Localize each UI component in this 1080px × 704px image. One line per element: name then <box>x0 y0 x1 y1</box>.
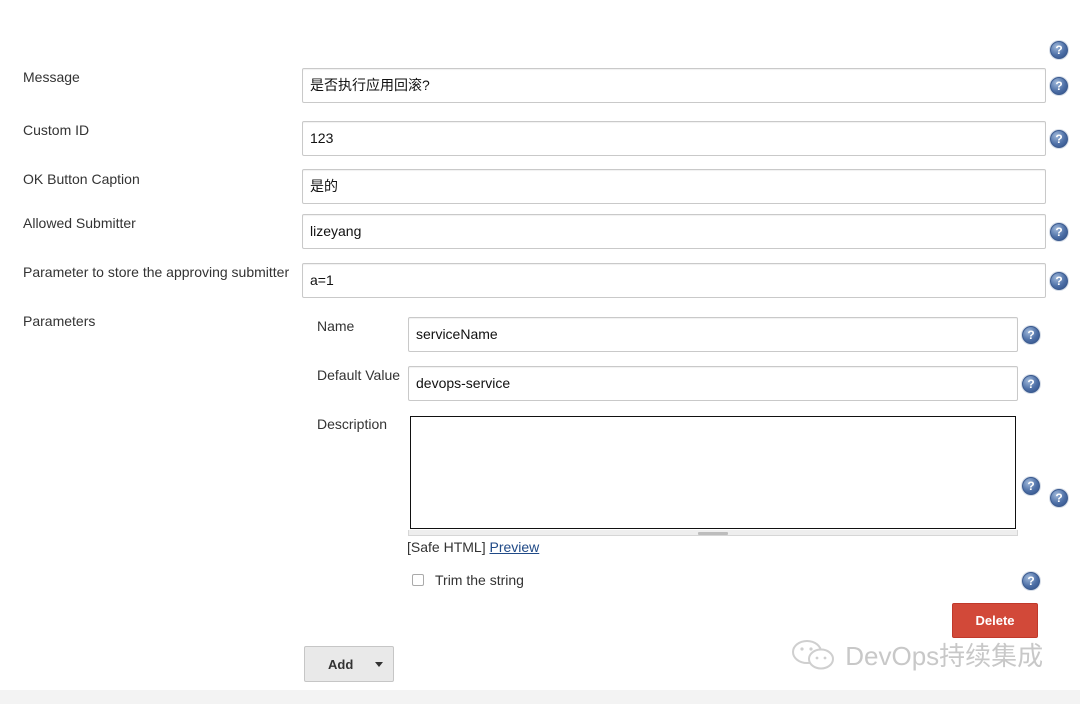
param-description-label: Description <box>317 416 388 432</box>
safe-html-label: [Safe HTML] <box>407 539 486 555</box>
ok-caption-label: OK Button Caption <box>23 171 140 187</box>
add-parameter-button[interactable]: Add <box>304 646 394 682</box>
submitter-parameter-input[interactable]: a=1 <box>302 263 1046 298</box>
custom-id-input[interactable]: 123 <box>302 121 1046 156</box>
param-default-value-label: Default Value <box>317 367 401 383</box>
chevron-down-icon <box>375 662 383 667</box>
custom-id-help-icon[interactable]: ? <box>1050 130 1068 148</box>
watermark-text: DevOps持续集成 <box>845 641 1044 671</box>
ok-caption-input[interactable]: 是的 <box>302 169 1046 204</box>
preview-link[interactable]: Preview <box>489 539 539 555</box>
param-default-value-input[interactable]: devops-service <box>408 366 1018 401</box>
trim-string-label: Trim the string <box>435 572 524 588</box>
message-input[interactable]: 是否执行应用回滚? <box>302 68 1046 103</box>
param-description-help-icon[interactable]: ? <box>1022 477 1040 495</box>
trim-string-help-icon[interactable]: ? <box>1022 572 1040 590</box>
submitter-parameter-label: Parameter to store the approving submitt… <box>23 264 290 280</box>
param-description-textarea[interactable] <box>410 416 1016 529</box>
param-default-value-help-icon[interactable]: ? <box>1022 375 1040 393</box>
page-bottom-strip <box>0 690 1080 704</box>
param-name-help-icon[interactable]: ? <box>1022 326 1040 344</box>
wechat-logo-icon <box>792 639 834 669</box>
safe-html-note: [Safe HTML] Preview <box>407 539 539 555</box>
parameters-help-icon[interactable]: ? <box>1050 489 1068 507</box>
custom-id-label: Custom ID <box>23 122 90 138</box>
resize-grip <box>698 532 728 535</box>
param-name-input[interactable]: serviceName <box>408 317 1018 352</box>
help-icon-top[interactable]: ? <box>1050 41 1068 59</box>
watermark: DevOps持续集成 <box>790 636 1043 672</box>
allowed-submitter-label: Allowed Submitter <box>23 215 136 231</box>
param-name-label: Name <box>317 318 355 334</box>
allowed-submitter-input[interactable]: lizeyang <box>302 214 1046 249</box>
message-label: Message <box>23 69 80 85</box>
submitter-parameter-help-icon[interactable]: ? <box>1050 272 1068 290</box>
trim-string-checkbox[interactable] <box>412 574 424 586</box>
allowed-submitter-help-icon[interactable]: ? <box>1050 223 1068 241</box>
message-help-icon[interactable]: ? <box>1050 77 1068 95</box>
parameters-label: Parameters <box>23 313 96 329</box>
delete-parameter-button[interactable]: Delete <box>952 603 1038 638</box>
add-button-label: Add <box>328 657 354 672</box>
